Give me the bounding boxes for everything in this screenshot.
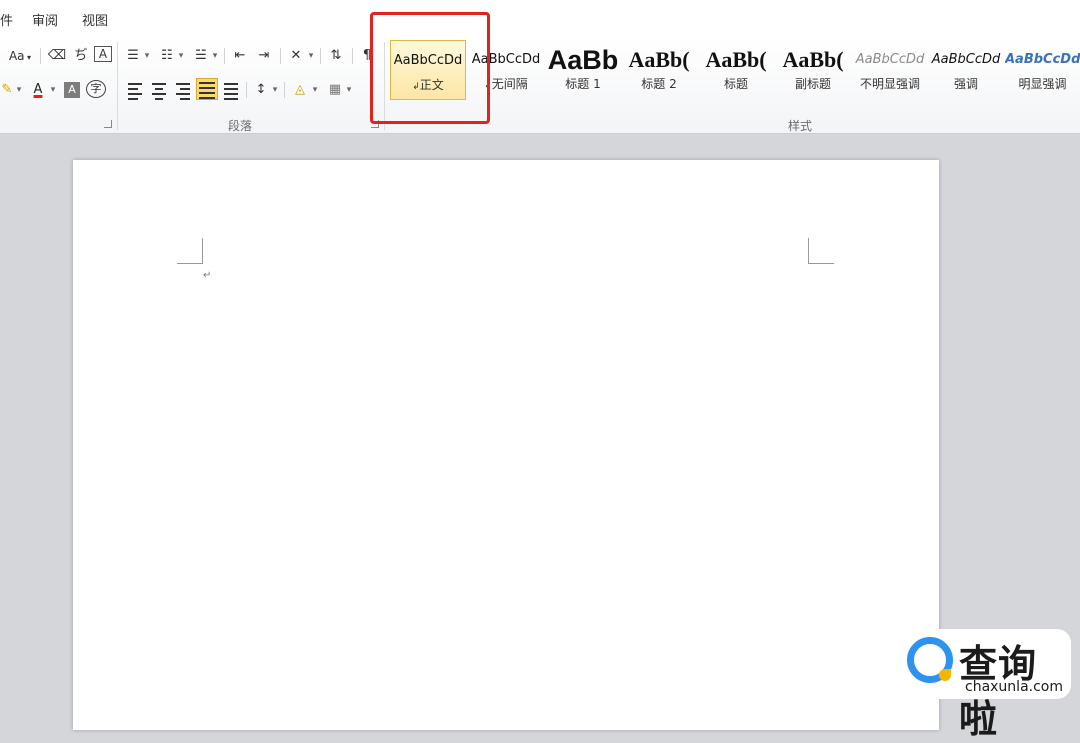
justify-button[interactable] — [196, 78, 218, 100]
toolbar-separator — [40, 48, 41, 64]
style-sample: AaBb( — [628, 47, 690, 72]
chinese-layout-icon[interactable]: ✕ — [286, 46, 306, 66]
group-separator — [117, 42, 118, 130]
line-spacing-icon[interactable]: ↕ — [252, 80, 270, 100]
chevron-down-icon[interactable]: ▾ — [344, 80, 354, 100]
style-name: 标题 — [723, 77, 748, 91]
style-sample: AaBbCcDd — [1005, 52, 1080, 67]
menu-tab-bar: 件 审阅 视图 — [0, 0, 1080, 36]
toolbar-separator — [246, 82, 247, 98]
phonetic-guide-button[interactable]: ぢ — [70, 46, 92, 66]
align-right-button[interactable] — [174, 80, 192, 100]
character-border-button[interactable]: A — [94, 46, 112, 62]
tab-view[interactable]: 视图 — [82, 10, 108, 29]
style-name: 不明显强调 — [859, 77, 920, 91]
multilevel-list-icon[interactable]: ☱ — [192, 46, 210, 66]
watermark-logo: 查询啦 chaxunla.com — [903, 629, 1071, 741]
align-left-button[interactable] — [126, 80, 144, 100]
borders-icon[interactable]: ▦ — [326, 80, 344, 100]
toolbar-separator — [284, 82, 285, 98]
decrease-indent-icon[interactable]: ⇤ — [230, 46, 250, 66]
style-name: 标题 1 — [565, 77, 601, 91]
tab-file[interactable]: 件 — [0, 10, 13, 29]
enclose-characters-button[interactable]: 字 — [86, 80, 106, 98]
document-page[interactable]: ↵ — [73, 160, 939, 730]
highlight-color-icon[interactable]: ✎ — [0, 80, 14, 100]
style-sample: AaBb( — [705, 47, 767, 72]
chevron-down-icon[interactable]: ▾ — [142, 46, 152, 66]
bullets-icon[interactable]: ☰ — [124, 46, 142, 66]
shading-icon[interactable]: ◬ — [290, 80, 310, 100]
sort-icon[interactable]: ⇅ — [326, 46, 346, 66]
style-sample: AaBbCcDd — [931, 52, 1001, 67]
style-sample: AaBb — [547, 45, 619, 75]
style-name: 副标题 — [794, 77, 831, 91]
toolbar-separator — [280, 48, 281, 64]
chevron-down-icon[interactable]: ▾ — [306, 46, 316, 66]
chevron-down-icon[interactable]: ▾ — [176, 46, 186, 66]
style-intense-emphasis[interactable]: AaBbCcDd 明显强调 — [1005, 40, 1080, 100]
style-subtitle[interactable]: AaBb( 副标题 — [775, 40, 851, 100]
style-name: 无间隔 — [491, 77, 528, 91]
numbering-icon[interactable]: ☷ — [158, 46, 176, 66]
paragraph-mark: ↵ — [203, 270, 212, 281]
style-name: 强调 — [953, 77, 978, 91]
style-emphasis[interactable]: AaBbCcDd 强调 — [928, 40, 1004, 100]
toolbar-separator — [320, 48, 321, 64]
style-subtle-emphasis[interactable]: AaBbCcDd 不明显强调 — [852, 40, 928, 100]
tab-review[interactable]: 审阅 — [32, 10, 58, 29]
style-sample: AaBb( — [782, 47, 844, 72]
chevron-down-icon[interactable]: ▾ — [210, 46, 220, 66]
style-title[interactable]: AaBb( 标题 — [698, 40, 774, 100]
chevron-down-icon[interactable]: ▾ — [48, 80, 58, 100]
distributed-align-button[interactable] — [222, 80, 240, 100]
watermark-url-text: chaxunla.com — [965, 679, 1063, 695]
increase-indent-icon[interactable]: ⇥ — [254, 46, 274, 66]
chevron-down-icon[interactable]: ▾ — [270, 80, 280, 100]
font-dialog-launcher-icon[interactable] — [104, 120, 112, 128]
chevron-down-icon[interactable]: ▾ — [310, 80, 320, 100]
style-heading-2[interactable]: AaBb( 标题 2 — [621, 40, 697, 100]
chevron-down-icon[interactable]: ▾ — [14, 80, 24, 100]
align-center-button[interactable] — [150, 80, 168, 100]
logo-q-tail-icon — [939, 669, 951, 681]
clear-format-icon[interactable]: ⌫ — [46, 46, 68, 66]
paragraph-group-label: 段落 — [228, 119, 253, 133]
top-left-margin-corner — [177, 238, 203, 264]
ribbon: Aa ▾ ⌫ ぢ A ✎ ▾ A ▾ A 字 ☰ ▾ ☷ ▾ ☱ ▾ ⇤ ⇥ ✕… — [0, 36, 1080, 134]
toolbar-separator — [224, 48, 225, 64]
font-color-button[interactable]: A — [28, 80, 48, 100]
style-heading-1[interactable]: AaBb 标题 1 — [545, 40, 621, 100]
top-right-margin-corner — [808, 238, 834, 264]
style-sample: AaBbCcDd — [855, 52, 925, 67]
style-name: 明显强调 — [1018, 77, 1067, 91]
annotation-highlight-box — [370, 12, 490, 124]
toolbar-separator — [352, 48, 353, 64]
character-shading-button[interactable]: A — [64, 82, 80, 98]
change-case-button[interactable]: Aa ▾ — [6, 46, 34, 66]
style-name: 标题 2 — [641, 77, 677, 91]
styles-group-label: 样式 — [788, 119, 813, 133]
